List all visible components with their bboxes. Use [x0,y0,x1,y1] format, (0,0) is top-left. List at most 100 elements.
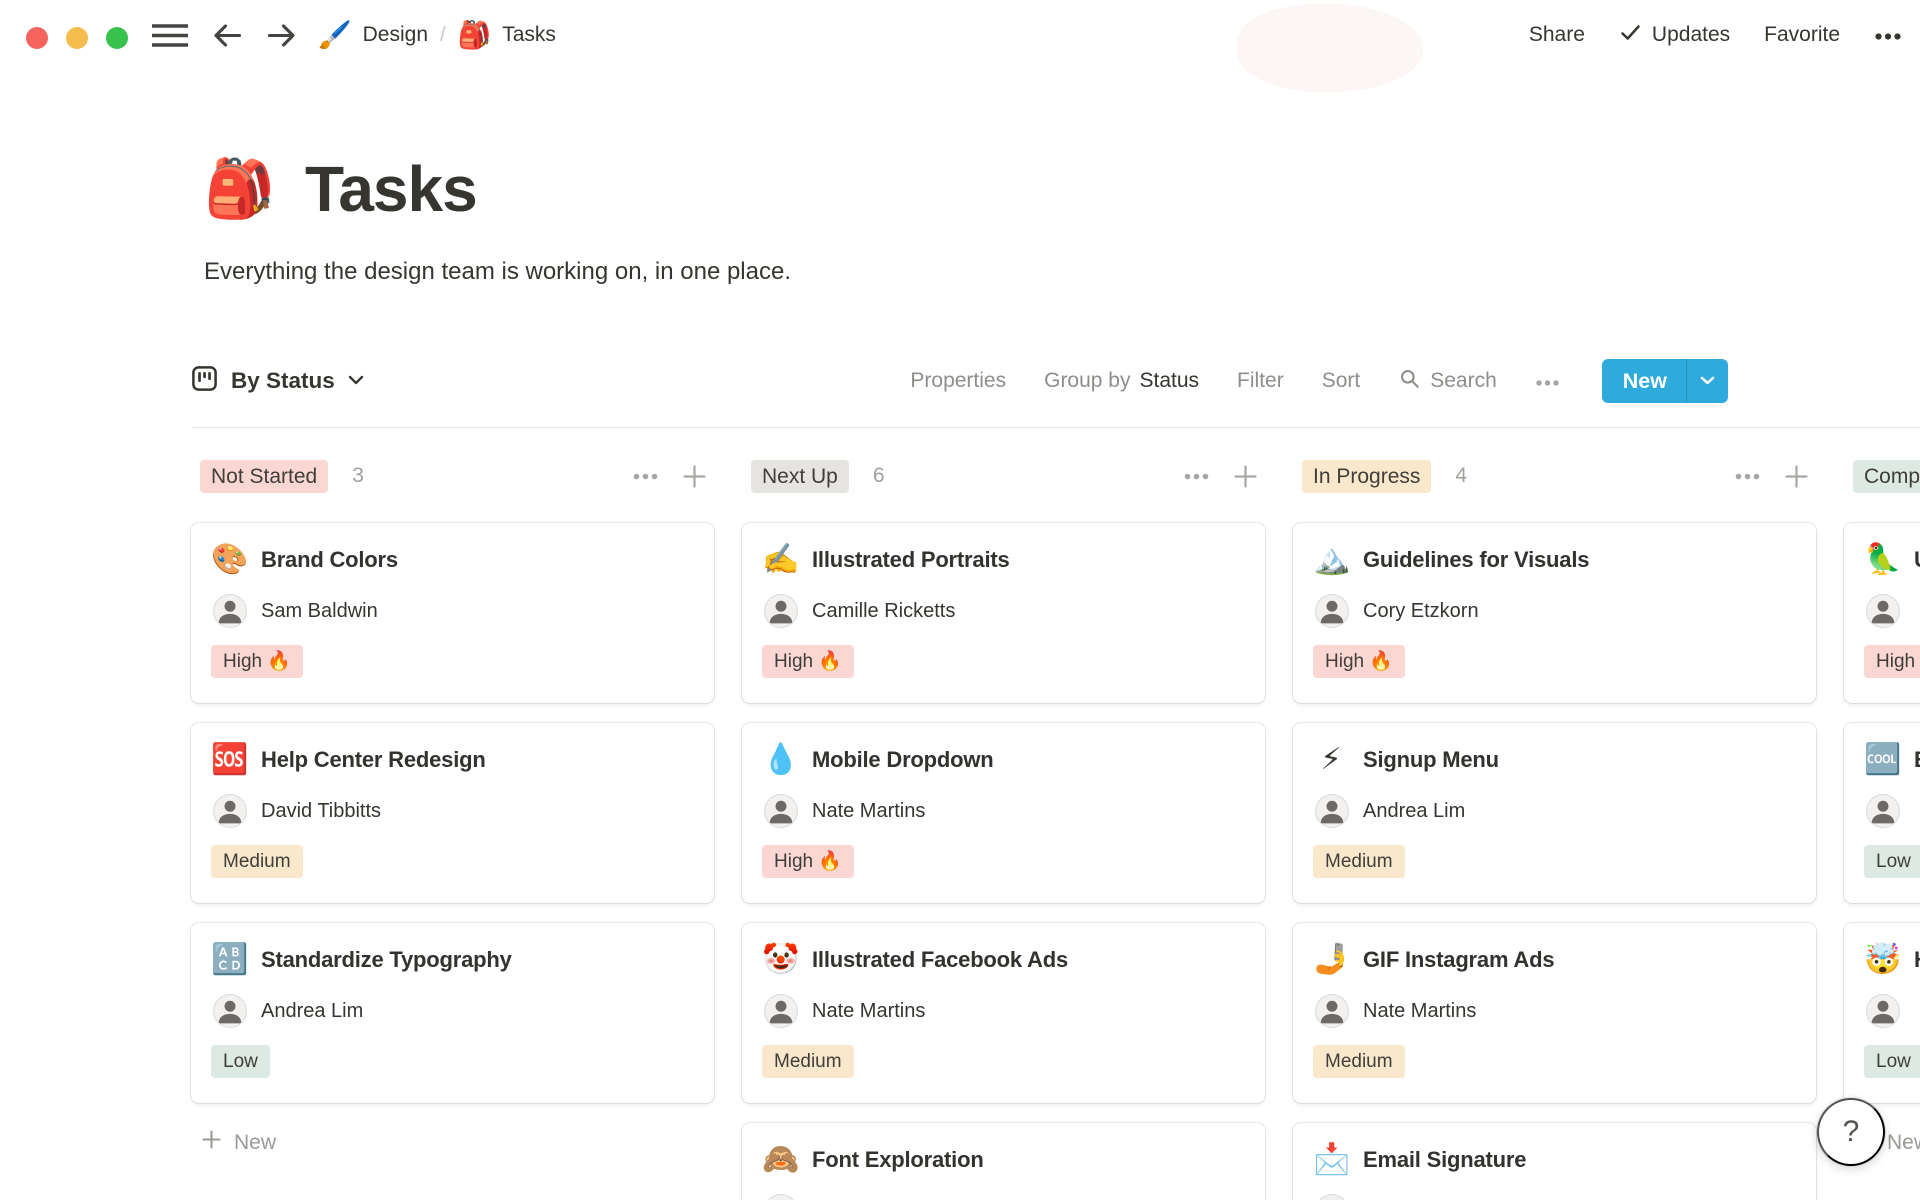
task-card[interactable]: 🤳 GIF Instagram Ads Nate Martins Medium [1293,923,1816,1103]
properties-button[interactable]: Properties [910,369,1006,393]
card-title: Signup Menu [1363,747,1499,772]
card-title: Font Exploration [812,1147,984,1172]
more-options-button[interactable] [1874,23,1902,47]
card-assignee [762,1194,1245,1200]
avatar [764,1194,798,1200]
task-card[interactable]: 🤯HLow [1844,923,1920,1103]
column-add-button[interactable] [1232,463,1259,490]
page-backpack-icon[interactable]: 🎒 [204,160,275,218]
task-card[interactable]: 🆒ELow [1844,723,1920,903]
search-icon [1398,367,1421,396]
breadcrumb-item-design[interactable]: 🖌️ Design [318,21,428,49]
card-assignee: Sam Baldwin [211,594,694,628]
card-title: Illustrated Portraits [812,547,1010,572]
column-status-badge[interactable]: Not Started [200,459,329,493]
column-actions [1734,463,1810,490]
column-add-button[interactable] [1783,463,1810,490]
avatar [764,994,798,1028]
card-title: Mobile Dropdown [812,747,994,772]
page-title[interactable]: Tasks [305,152,478,226]
task-card[interactable]: 🦜UHigh 🔥 [1844,523,1920,703]
window-titlebar: 🖌️ Design / 🎒 Tasks Share Updates Favori… [0,0,1920,92]
view-more-button[interactable] [1535,369,1560,393]
minimize-window-button[interactable] [66,27,88,49]
task-card[interactable]: ⚡ Signup Menu Andrea Lim Medium [1293,723,1816,903]
share-label: Share [1528,23,1585,46]
task-card[interactable]: 🤡 Illustrated Facebook Ads Nate Martins Med… [742,923,1265,1103]
view-switcher[interactable]: By Status [191,365,364,397]
favorite-button[interactable]: Favorite [1764,23,1840,47]
card-emoji-icon: 🆘 [211,743,249,776]
task-card[interactable]: 🆘 Help Center Redesign David Tibbitts Mediu… [191,723,714,903]
breadcrumb-label: Design [362,23,428,46]
breadcrumb-label: Tasks [502,23,556,46]
filter-button[interactable]: Filter [1237,369,1284,393]
column-status-badge[interactable]: In Progress [1302,459,1432,493]
add-card-button[interactable]: New [191,1129,714,1156]
card-assignee: Nate Martins [1313,994,1796,1028]
card-title: GIF Instagram Ads [1363,947,1555,972]
assignee-name: David Tibbitts [261,799,382,822]
column-header: Next Up 6 [742,459,1265,493]
priority-badge: Medium [1313,845,1405,878]
card-emoji-icon: ⚡ [1320,743,1342,776]
new-dropdown-button[interactable] [1686,359,1728,403]
task-card[interactable]: 🙈 Font Exploration [742,1123,1265,1200]
column-more-button[interactable] [632,472,659,481]
help-button[interactable]: ? [1817,1098,1885,1166]
back-button[interactable] [210,18,245,56]
task-card[interactable]: 🎨 Brand Colors Sam Baldwin High 🔥 [191,523,714,703]
new-label: New [1622,368,1667,393]
card-title-row: 🏔️ Guidelines for Visuals [1313,543,1796,577]
task-card[interactable]: 📩 Email Signature [1293,1123,1816,1200]
task-card[interactable]: 💧 Mobile Dropdown Nate Martins High 🔥 [742,723,1265,903]
column-cards: ✍️ Illustrated Portraits Camille Ricketts H… [742,523,1265,1200]
column-status-badge[interactable]: Next Up [751,459,849,493]
card-assignee: David Tibbitts [211,794,694,828]
sidebar-menu-button[interactable] [150,23,190,51]
column-count: 6 [872,464,885,487]
updates-button[interactable]: Updates [1619,21,1730,50]
card-title: Standardize Typography [261,947,512,972]
card-emoji-icon: 🦜 [1864,543,1902,576]
avatar [764,594,798,628]
task-card[interactable]: 🏔️ Guidelines for Visuals Cory Etzkorn High… [1293,523,1816,703]
card-assignee [1864,794,1920,828]
column-more-button[interactable] [1734,472,1761,481]
card-title-row: 🔠 Standardize Typography [211,943,694,977]
card-emoji-icon: 🤯 [1864,943,1902,976]
page-description[interactable]: Everything the design team is working on… [204,258,791,286]
forward-button[interactable] [264,18,299,56]
updates-label: Updates [1651,23,1731,46]
assignee-name: Nate Martins [1363,999,1477,1022]
card-title: Guidelines for Visuals [1363,547,1590,572]
column-header: In Progress 4 [1293,459,1816,493]
card-title-row: 🆘 Help Center Redesign [211,743,694,777]
card-assignee: Nate Martins [762,794,1245,828]
breadcrumb-item-tasks[interactable]: 🎒 Tasks [458,21,556,49]
new-button[interactable]: New [1602,359,1686,403]
search-button[interactable]: Search [1398,367,1497,396]
card-title-row: 🤡 Illustrated Facebook Ads [762,943,1245,977]
arrow-left-icon [210,18,245,56]
column-more-button[interactable] [1183,472,1210,481]
priority-badge: High 🔥 [1313,645,1406,678]
card-title-row: 🎨 Brand Colors [211,543,694,577]
sort-button[interactable]: Sort [1322,369,1361,393]
card-emoji-icon: 🎨 [211,543,249,576]
task-card[interactable]: ✍️ Illustrated Portraits Camille Ricketts H… [742,523,1265,703]
card-title: Illustrated Facebook Ads [812,947,1068,972]
column-status-badge[interactable]: Completed [1853,459,1920,493]
card-title-row: 🙈 Font Exploration [762,1143,1245,1177]
avatar [1315,1194,1349,1200]
avatar [764,794,798,828]
zoom-window-button[interactable] [106,27,128,49]
close-window-button[interactable] [26,27,48,49]
group-by-button[interactable]: Group by Status [1044,369,1199,393]
priority-badge: High 🔥 [1864,645,1920,678]
share-button[interactable]: Share [1529,23,1585,47]
task-card[interactable]: 🔠 Standardize Typography Andrea Lim Low [191,923,714,1103]
column-add-button[interactable] [681,463,708,490]
card-assignee: Andrea Lim [1313,794,1796,828]
view-toolbar: By Status Properties Group by Status Fil… [191,357,1728,405]
